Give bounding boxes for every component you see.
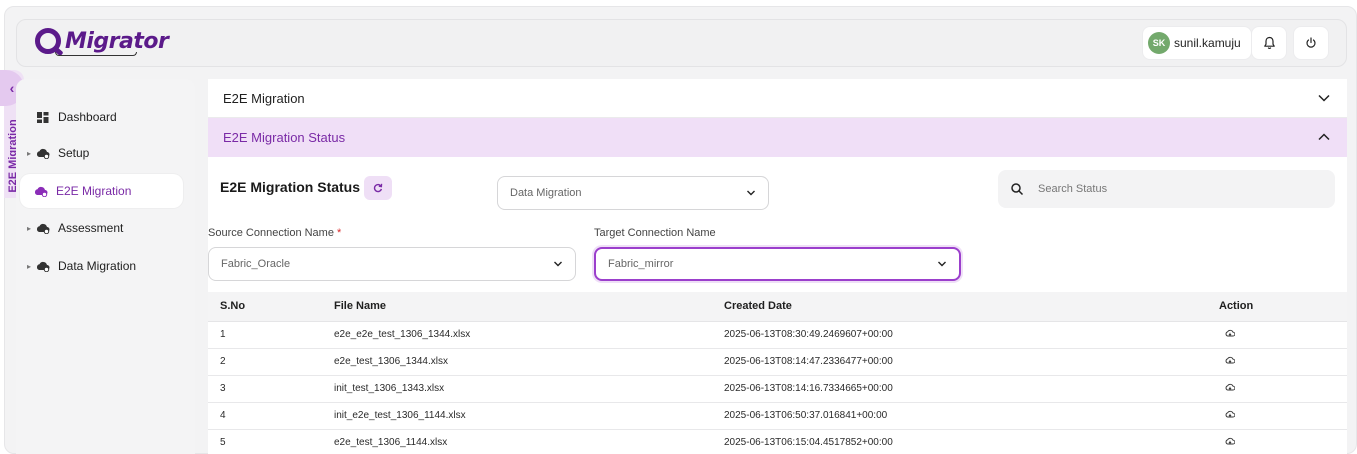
migration-type-select[interactable]: Data Migration xyxy=(497,176,769,210)
cell-action xyxy=(1219,402,1347,430)
refresh-button[interactable] xyxy=(364,176,392,200)
cell-action xyxy=(1219,348,1347,376)
accordion-e2e-migration[interactable]: E2E Migration xyxy=(208,79,1347,118)
sidebar-item-label: Assessment xyxy=(58,221,124,235)
accordion-title: E2E Migration Status xyxy=(223,130,346,145)
user-menu[interactable]: SK sunil.kamuju xyxy=(1142,26,1252,60)
select-value: Fabric_mirror xyxy=(608,258,674,270)
column-header-created-date[interactable]: Created Date xyxy=(724,292,1219,322)
column-header-action: Action xyxy=(1219,292,1347,322)
cloud-gear-icon xyxy=(36,222,50,234)
table-row: 4 init_e2e_test_1306_1144.xlsx 2025-06-1… xyxy=(208,402,1347,430)
cell-action xyxy=(1219,321,1347,349)
source-connection-select[interactable]: Fabric_Oracle xyxy=(208,247,576,281)
cloud-download-icon[interactable] xyxy=(1225,437,1235,446)
cell-action xyxy=(1219,375,1347,403)
cloud-gear-icon xyxy=(36,147,50,159)
table-header-row: S.No File Name Created Date Action xyxy=(208,292,1347,322)
chevron-down-icon xyxy=(1318,94,1330,102)
chevron-down-icon xyxy=(747,190,755,196)
table-row: 5 e2e_test_1306_1144.xlsx 2025-06-13T06:… xyxy=(208,429,1347,454)
target-connection-select[interactable]: Fabric_mirror xyxy=(594,247,961,281)
cell-created-date: 2025-06-13T06:15:04.4517852+00:00 xyxy=(724,429,1219,454)
chevron-right-icon: ▸ xyxy=(26,148,31,158)
power-icon xyxy=(1306,37,1316,48)
logo[interactable]: Migrator xyxy=(35,28,169,54)
sidebar-item-e2e-migration[interactable]: E2E Migration xyxy=(20,174,183,208)
sidebar-item-label: Dashboard xyxy=(58,110,117,124)
accordion-title: E2E Migration xyxy=(223,90,305,106)
sidebar-item-setup[interactable]: ▸ Setup xyxy=(22,137,182,169)
logo-mark-icon xyxy=(35,28,61,54)
avatar: SK xyxy=(1148,32,1170,54)
username: sunil.kamuju xyxy=(1174,36,1241,50)
cell-file-name: e2e_test_1306_1144.xlsx xyxy=(334,429,724,454)
chevron-right-icon: ▸ xyxy=(26,261,31,271)
chevron-down-icon xyxy=(938,261,946,267)
sidebar-item-label: Setup xyxy=(58,146,90,160)
sidebar-item-data-migration[interactable]: ▸ Data Migration xyxy=(22,250,182,282)
source-connection-label: Source Connection Name * xyxy=(208,227,342,239)
accordion-e2e-migration-status[interactable]: E2E Migration Status xyxy=(208,118,1347,157)
cloud-download-icon[interactable] xyxy=(1225,329,1235,338)
cell-created-date: 2025-06-13T08:30:49.2469607+00:00 xyxy=(724,321,1219,349)
section-title: E2E Migration Status xyxy=(220,179,361,195)
cell-created-date: 2025-06-13T06:50:37.016841+00:00 xyxy=(724,402,1219,430)
table-row: 1 e2e_e2e_test_1306_1344.xlsx 2025-06-13… xyxy=(208,321,1347,349)
target-connection-label: Target Connection Name xyxy=(594,227,716,239)
search-icon xyxy=(1011,183,1024,196)
table-row: 2 e2e_test_1306_1344.xlsx 2025-06-13T08:… xyxy=(208,348,1347,376)
cell-created-date: 2025-06-13T08:14:47.2336477+00:00 xyxy=(724,348,1219,376)
table-row: 3 init_test_1306_1343.xlsx 2025-06-13T08… xyxy=(208,375,1347,403)
logo-text: Migrator xyxy=(65,28,169,54)
required-mark: * xyxy=(337,227,342,239)
sidebar-item-dashboard[interactable]: Dashboard xyxy=(22,101,182,133)
search-field[interactable] xyxy=(998,170,1335,208)
cell-sno: 1 xyxy=(208,321,334,349)
chevron-left-icon: ‹ xyxy=(9,80,15,96)
top-header: Migrator SK sunil.kamuju xyxy=(16,19,1347,67)
sidebar-item-label: E2E Migration xyxy=(56,184,132,198)
logout-button[interactable] xyxy=(1293,26,1329,60)
cloud-download-icon[interactable] xyxy=(1225,410,1235,419)
notifications-button[interactable] xyxy=(1251,26,1287,60)
cell-file-name: init_e2e_test_1306_1144.xlsx xyxy=(334,402,724,430)
sidebar: Dashboard ▸ Setup E2E Migration ▸ Assess… xyxy=(16,79,195,454)
cell-sno: 3 xyxy=(208,375,334,403)
sidebar-item-label: Data Migration xyxy=(58,259,137,273)
cell-file-name: init_test_1306_1343.xlsx xyxy=(334,375,724,403)
column-header-sno[interactable]: S.No xyxy=(208,292,334,322)
logo-underline xyxy=(55,52,137,56)
column-header-file-name[interactable]: File Name xyxy=(334,292,724,322)
sidebar-item-assessment[interactable]: ▸ Assessment xyxy=(22,212,182,244)
chevron-right-icon: ▸ xyxy=(26,223,31,233)
cell-created-date: 2025-06-13T08:14:16.7334665+00:00 xyxy=(724,375,1219,403)
chevron-down-icon xyxy=(554,261,562,267)
refresh-icon xyxy=(373,183,383,193)
select-value: Fabric_Oracle xyxy=(221,258,291,270)
select-value: Data Migration xyxy=(510,187,582,199)
cell-file-name: e2e_test_1306_1344.xlsx xyxy=(334,348,724,376)
dashboard-icon xyxy=(36,111,50,123)
cloud-sync-icon xyxy=(34,185,48,197)
cell-action xyxy=(1219,429,1347,454)
cell-sno: 4 xyxy=(208,402,334,430)
cell-sno: 5 xyxy=(208,429,334,454)
cell-sno: 2 xyxy=(208,348,334,376)
status-table: S.No File Name Created Date Action 1 e2e… xyxy=(208,292,1347,454)
cell-file-name: e2e_e2e_test_1306_1344.xlsx xyxy=(334,321,724,349)
cloud-gear-icon xyxy=(36,260,50,272)
cloud-download-icon[interactable] xyxy=(1225,383,1235,392)
main-content: E2E Migration E2E Migration Status E2E M… xyxy=(208,79,1347,454)
cloud-download-icon[interactable] xyxy=(1225,356,1235,365)
bell-icon xyxy=(1263,36,1275,50)
chevron-up-icon xyxy=(1318,133,1330,141)
search-input[interactable] xyxy=(1038,183,1318,195)
